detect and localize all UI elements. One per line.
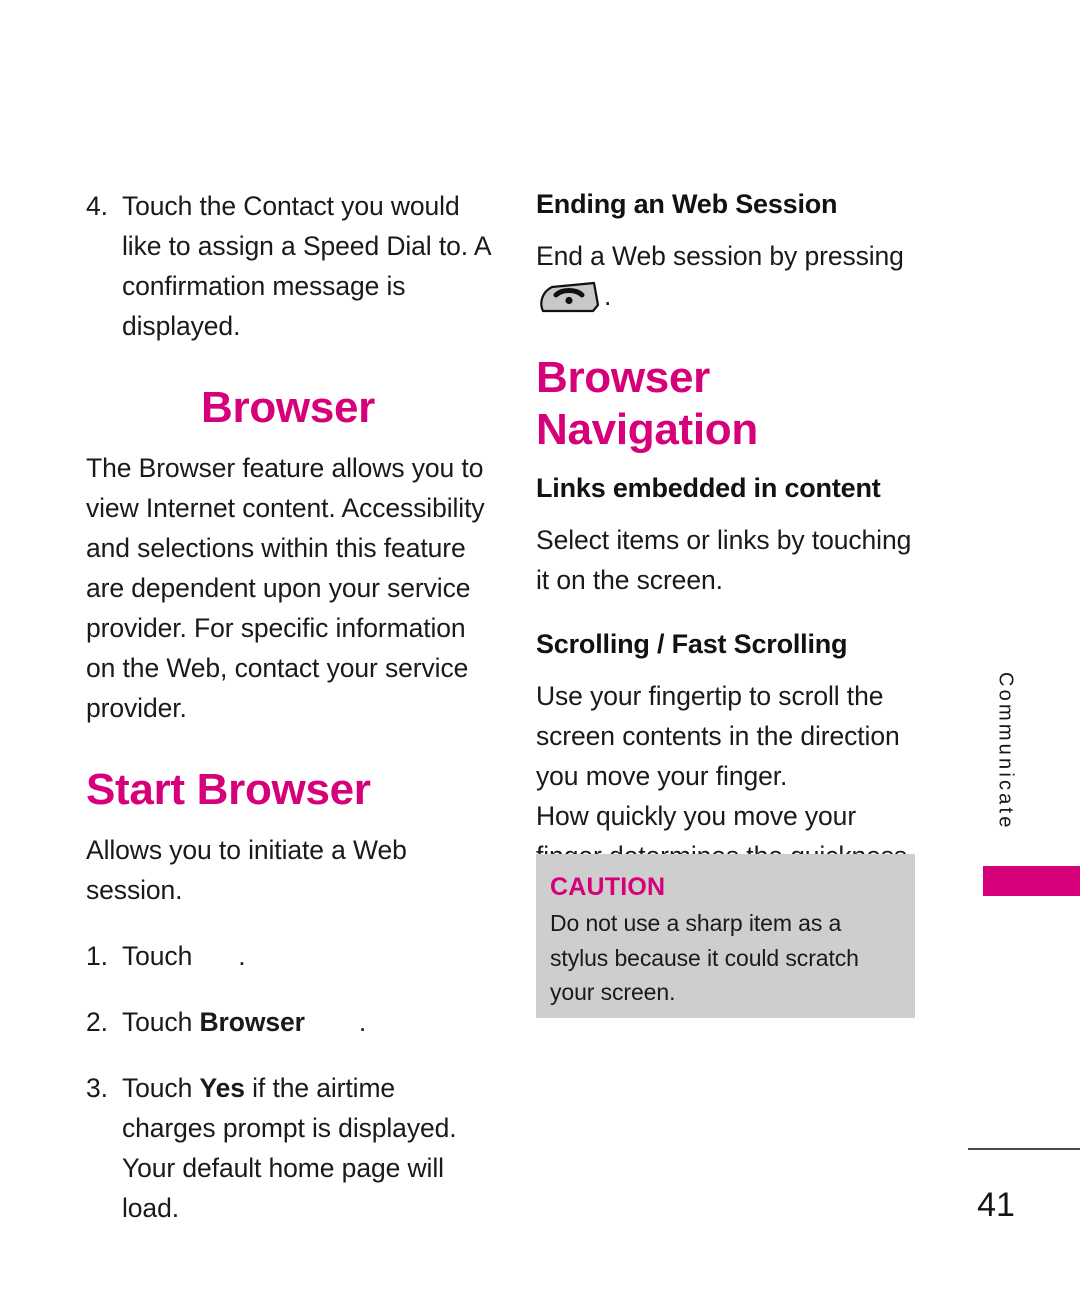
step-number: 1. — [86, 941, 108, 971]
ending-session-period: . — [604, 281, 612, 311]
browser-intro-paragraph: The Browser feature allows you to view I… — [86, 453, 485, 723]
ending-session-text: End a Web session by pressing — [536, 241, 904, 271]
list-item-step-4: 4. Touch the Contact you would like to a… — [86, 186, 490, 346]
step-text: Touch Yes if the airtime charges prompt … — [122, 1068, 490, 1228]
scrolling-paragraph-1: Use your fingertip to scroll the screen … — [536, 681, 900, 791]
page-number: 41 — [977, 1186, 1015, 1224]
heading-ending-web-session: Ending an Web Session — [536, 189, 838, 219]
start-browser-intro: Allows you to initiate a Web session. — [86, 835, 407, 905]
chapter-tab-label: Communicate — [994, 672, 1017, 831]
manual-page: 4. Touch the Contact you would like to a… — [0, 0, 1080, 1295]
step-prefix: Touch — [122, 941, 193, 971]
links-paragraph: Select items or links by touching it on … — [536, 525, 912, 595]
step-number: 2. — [86, 1007, 108, 1037]
chapter-tab-bar — [983, 866, 1080, 896]
list-item-step-3: 3. Touch Yes if the airtime charges prom… — [86, 1068, 490, 1228]
step-text: Touch Browser. — [122, 1002, 490, 1042]
section-title-start-browser: Start Browser — [86, 765, 371, 814]
step-suffix: . — [358, 1007, 367, 1037]
step-suffix: . — [238, 941, 246, 971]
section-title-browser-navigation: Browser Navigation — [536, 353, 758, 454]
step-prefix: Touch — [122, 1073, 193, 1103]
caution-title: CAUTION — [550, 873, 666, 901]
heading-links-embedded: Links embedded in content — [536, 473, 881, 503]
browser-key-icon — [305, 1005, 359, 1032]
step-number: 3. — [86, 1073, 108, 1103]
step-text: Touch the Contact you would like to assi… — [122, 191, 490, 341]
step-bold-term: Yes — [199, 1073, 245, 1103]
step-number: 4. — [86, 191, 108, 221]
step-prefix: Touch — [122, 1007, 193, 1037]
caution-callout: CAUTION Do not use a sharp item as a sty… — [536, 854, 915, 1018]
step-text: Touch. — [122, 936, 490, 976]
right-column: Ending an Web Session End a Web session … — [536, 186, 928, 916]
caution-text: Do not use a sharp item as a stylus beca… — [550, 910, 859, 1005]
heading-scrolling: Scrolling / Fast Scrolling — [536, 629, 848, 659]
ending-session-paragraph: End a Web session by pressing . — [536, 236, 928, 326]
footer-divider — [968, 1148, 1080, 1150]
step-bold-term: Browser — [199, 1007, 305, 1037]
menu-key-icon — [192, 939, 238, 966]
list-item-step-2: 2. Touch Browser. — [86, 1002, 490, 1042]
left-column: 4. Touch the Contact you would like to a… — [86, 186, 490, 1228]
end-call-key-icon — [536, 281, 600, 326]
section-title-browser: Browser — [201, 383, 375, 432]
chapter-tab-communicate: Communicate — [985, 672, 1025, 862]
list-item-step-1: 1. Touch. — [86, 936, 490, 976]
